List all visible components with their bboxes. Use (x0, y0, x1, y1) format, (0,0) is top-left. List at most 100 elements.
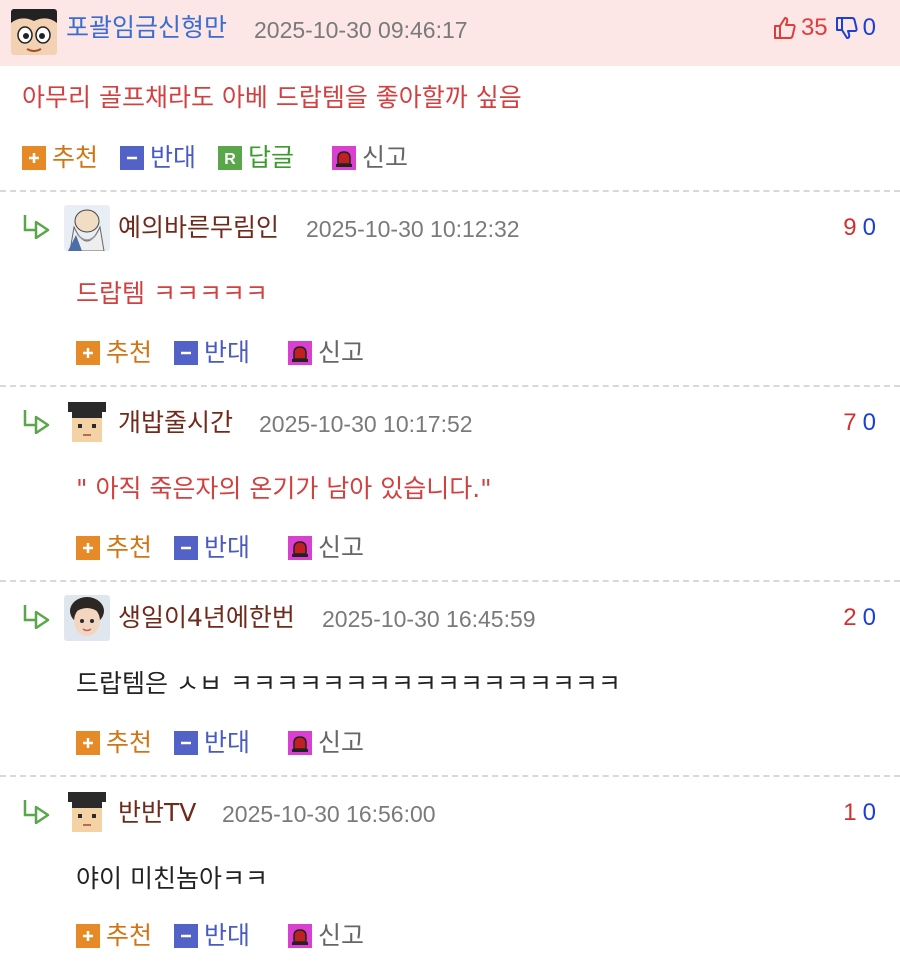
oppose-button[interactable]: 반대 (174, 338, 250, 368)
recommend-label: 추천 (106, 728, 153, 757)
recommend-label: 추천 (106, 533, 153, 562)
divider (0, 190, 900, 192)
dislike-count: 0 (862, 214, 876, 241)
comment-date: 2025-10-30 09:46:17 (254, 17, 468, 43)
siren-icon (288, 731, 313, 755)
avatar[interactable] (64, 400, 110, 446)
reply-comment: 반반TV 2025-10-30 16:56:00 10 야이 미친놈아ㅋㅋ 추천… (0, 778, 900, 964)
thumbs-down-icon[interactable] (834, 15, 860, 41)
reply-arrow-icon (22, 798, 52, 825)
reply-label: 답글 (248, 143, 295, 172)
svg-text:R: R (224, 151, 236, 168)
like-count: 7 (843, 409, 857, 436)
report-label: 신고 (318, 338, 365, 367)
oppose-button[interactable]: 반대 (174, 921, 250, 951)
comment-actions: 추천 반대 신고 (76, 533, 386, 563)
recommend-button[interactable]: 추천 (76, 728, 152, 758)
vote-counts: 20 (843, 604, 876, 632)
recommend-label: 추천 (106, 921, 153, 950)
report-label: 신고 (318, 921, 365, 950)
vote-counts: 90 (843, 214, 876, 242)
avatar[interactable] (11, 9, 57, 55)
recommend-button[interactable]: 추천 (22, 143, 98, 173)
avatar[interactable] (64, 790, 110, 836)
comment-date: 2025-10-30 10:17:52 (259, 411, 473, 437)
recommend-button[interactable]: 추천 (76, 338, 152, 368)
recommend-button[interactable]: 추천 (76, 921, 152, 951)
avatar[interactable] (64, 595, 110, 641)
plus-icon (76, 341, 100, 365)
siren-icon (332, 146, 357, 170)
reply-arrow-icon (22, 603, 52, 630)
minus-icon (120, 146, 145, 170)
comment-date: 2025-10-30 16:56:00 (222, 801, 436, 827)
like-count: 35 (800, 14, 828, 41)
author-name[interactable]: 예의바른무림인 (118, 213, 279, 243)
plus-icon (76, 924, 100, 948)
comment-text: 드랍템은 ㅅㅂ ㅋㅋㅋㅋㅋㅋㅋㅋㅋㅋㅋㅋㅋㅋㅋㅋㅋ (76, 669, 621, 698)
comment-actions: 추천 반대 신고 (76, 338, 386, 368)
divider (0, 580, 900, 582)
siren-icon (288, 341, 313, 365)
dislike-count: 0 (862, 14, 876, 41)
siren-icon (288, 536, 313, 560)
oppose-button[interactable]: 반대 (174, 728, 250, 758)
thumbs-up-icon[interactable] (772, 15, 798, 41)
report-button[interactable]: 신고 (288, 338, 364, 368)
report-button[interactable]: 신고 (288, 728, 364, 758)
siren-icon (288, 924, 313, 948)
comment-actions: 추천 반대 신고 (76, 921, 386, 951)
comment-text: " 아직 죽은자의 온기가 남아 있습니다." (76, 474, 492, 503)
vote-counts: 10 (843, 799, 876, 827)
oppose-button[interactable]: 반대 (120, 143, 196, 173)
comment-text: 야이 미친놈아ㅋㅋ (76, 864, 268, 893)
comment-actions: 추천 반대 R 답글 신고 (22, 143, 430, 173)
report-label: 신고 (318, 728, 365, 757)
comment-text: 드랍템 ㅋㅋㅋㅋㅋ (76, 279, 268, 308)
oppose-label: 반대 (204, 338, 251, 367)
reply-arrow-icon (22, 408, 52, 435)
like-count: 2 (843, 604, 857, 631)
reply-button[interactable]: R 답글 (218, 143, 294, 173)
oppose-label: 반대 (150, 143, 197, 172)
reply-comment: 생일이4년에한번 2025-10-30 16:45:59 20 드랍템은 ㅅㅂ … (0, 583, 900, 778)
divider (0, 385, 900, 387)
comment-date: 2025-10-30 10:12:32 (306, 216, 520, 242)
report-label: 신고 (362, 143, 409, 172)
recommend-label: 추천 (52, 143, 99, 172)
main-comment: 포괄임금신형만 2025-10-30 09:46:17 35 0 아무리 골프채… (0, 0, 900, 190)
reply-icon: R (218, 146, 243, 170)
dislike-count: 0 (862, 799, 876, 826)
oppose-label: 반대 (204, 921, 251, 950)
minus-icon (174, 536, 199, 560)
oppose-label: 반대 (204, 533, 251, 562)
report-button[interactable]: 신고 (288, 533, 364, 563)
oppose-button[interactable]: 반대 (174, 533, 250, 563)
author-name[interactable]: 생일이4년에한번 (118, 603, 295, 633)
oppose-label: 반대 (204, 728, 251, 757)
author-name[interactable]: 개밥줄시간 (118, 408, 233, 438)
recommend-label: 추천 (106, 338, 153, 367)
reply-arrow-icon (22, 213, 52, 240)
report-button[interactable]: 신고 (288, 921, 364, 951)
dislike-count: 0 (862, 409, 876, 436)
plus-icon (76, 731, 100, 755)
report-label: 신고 (318, 533, 365, 562)
vote-counts: 35 0 (772, 14, 876, 42)
reply-comment: 예의바른무림인 2025-10-30 10:12:32 90 드랍템 ㅋㅋㅋㅋㅋ… (0, 193, 900, 388)
minus-icon (174, 924, 199, 948)
avatar[interactable] (64, 205, 110, 251)
comment-date: 2025-10-30 16:45:59 (322, 606, 536, 632)
minus-icon (174, 731, 199, 755)
recommend-button[interactable]: 추천 (76, 533, 152, 563)
divider (0, 775, 900, 777)
author-name[interactable]: 반반TV (118, 798, 196, 828)
main-comment-header: 포괄임금신형만 2025-10-30 09:46:17 35 0 (0, 0, 900, 66)
minus-icon (174, 341, 199, 365)
like-count: 9 (843, 214, 857, 241)
report-button[interactable]: 신고 (332, 143, 408, 173)
author-name[interactable]: 포괄임금신형만 (66, 13, 227, 43)
dislike-count: 0 (862, 604, 876, 631)
reply-comment: 개밥줄시간 2025-10-30 10:17:52 70 " 아직 죽은자의 온… (0, 388, 900, 583)
plus-icon (22, 146, 46, 170)
